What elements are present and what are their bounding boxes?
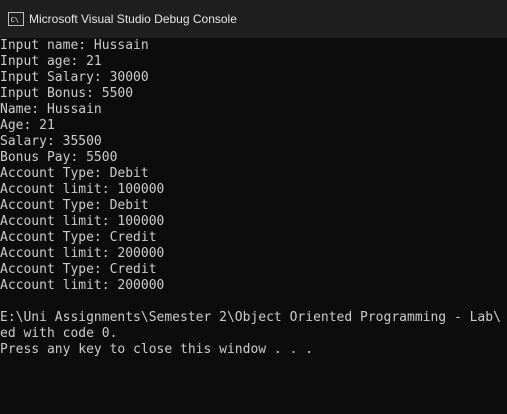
console-line: Account Type: Debit xyxy=(0,198,149,213)
console-output[interactable]: Input name: Hussain Input age: 21 Input … xyxy=(0,38,507,414)
console-line: Name: Hussain xyxy=(0,102,102,117)
console-line: Account limit: 200000 xyxy=(0,278,165,293)
console-line: Input Salary: 30000 xyxy=(0,70,149,85)
console-line: Account Type: Debit xyxy=(0,166,149,181)
console-line: Input Bonus: 5500 xyxy=(0,86,134,101)
window-title: Microsoft Visual Studio Debug Console xyxy=(29,12,237,26)
console-line: Account limit: 100000 xyxy=(0,214,165,229)
svg-text:C\: C\ xyxy=(11,16,19,24)
console-line-path: E:\Uni Assignments\Semester 2\Object Ori… xyxy=(0,310,501,325)
console-line-press-key: Press any key to close this window . . . xyxy=(0,342,314,357)
console-line: Account Type: Credit xyxy=(0,230,157,245)
console-line: Salary: 35500 xyxy=(0,134,102,149)
console-line: Bonus Pay: 5500 xyxy=(0,150,118,165)
console-line: Account limit: 200000 xyxy=(0,246,165,261)
console-app-icon: C\ xyxy=(8,12,24,26)
console-line: Input name: Hussain xyxy=(0,38,149,53)
debug-console-window: C\ Microsoft Visual Studio Debug Console… xyxy=(0,0,507,414)
console-line-exit-code: ed with code 0. xyxy=(0,326,118,341)
console-line: Account Type: Credit xyxy=(0,262,157,277)
title-bar[interactable]: C\ Microsoft Visual Studio Debug Console xyxy=(0,0,507,38)
console-line: Age: 21 xyxy=(0,118,55,133)
console-line: Account limit: 100000 xyxy=(0,182,165,197)
console-line: Input age: 21 xyxy=(0,54,102,69)
